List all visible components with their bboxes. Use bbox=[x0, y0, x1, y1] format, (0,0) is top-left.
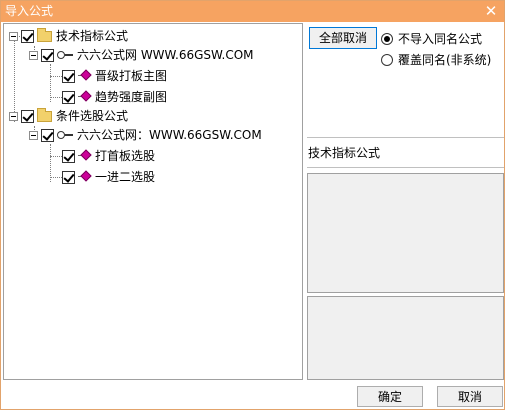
tree-line bbox=[50, 97, 62, 98]
group-label: 技术指标公式 bbox=[56, 29, 129, 43]
formula-label: 趋势强度副图 bbox=[95, 90, 168, 104]
formula-icon bbox=[78, 170, 92, 183]
collapse-icon[interactable] bbox=[29, 130, 38, 140]
source-label: 六六公式网：WWW.66GSW.COM bbox=[77, 128, 262, 142]
key-icon bbox=[57, 50, 73, 60]
formula-checkbox[interactable] bbox=[62, 170, 75, 184]
key-icon bbox=[57, 130, 73, 140]
tree-node-group[interactable]: 技术指标公式 bbox=[9, 27, 128, 45]
formula-label: 打首板选股 bbox=[95, 149, 156, 163]
deselect-all-button[interactable]: 全部取消 bbox=[309, 27, 377, 49]
formula-checkbox[interactable] bbox=[62, 69, 75, 83]
tree-line bbox=[50, 177, 62, 178]
tree-node-source[interactable]: 六六公式网 WWW.66GSW.COM bbox=[29, 46, 254, 64]
formula-type-label: 技术指标公式 bbox=[308, 146, 381, 160]
formula-icon bbox=[78, 149, 92, 162]
radio-overwrite-dot[interactable] bbox=[381, 53, 393, 66]
radio-overwrite-duplicates[interactable]: 覆盖同名(非系统) bbox=[381, 51, 491, 68]
tree-node-formula[interactable]: 趋势强度副图 bbox=[62, 88, 167, 106]
group-checkbox[interactable] bbox=[21, 109, 34, 123]
tree-line bbox=[50, 156, 62, 157]
title-bar: 导入公式 ✕ bbox=[1, 1, 504, 22]
source-checkbox[interactable] bbox=[41, 128, 54, 142]
description-box bbox=[307, 173, 504, 293]
tree-line bbox=[50, 76, 62, 77]
parameter-box bbox=[307, 296, 504, 380]
source-checkbox[interactable] bbox=[41, 48, 54, 62]
ok-button[interactable]: 确定 bbox=[357, 386, 423, 407]
radio-skip-dot[interactable] bbox=[381, 32, 393, 45]
close-icon[interactable]: ✕ bbox=[482, 2, 500, 20]
collapse-icon[interactable] bbox=[9, 111, 18, 121]
cancel-button[interactable]: 取消 bbox=[437, 386, 503, 407]
divider bbox=[307, 137, 504, 138]
group-checkbox[interactable] bbox=[21, 29, 34, 43]
divider bbox=[307, 167, 504, 168]
formula-tree[interactable]: 技术指标公式 六六公式网 WWW.66GSW.COM 晋级打板主图 趋势强度副图… bbox=[3, 23, 303, 380]
radio-skip-label: 不导入同名公式 bbox=[398, 32, 483, 46]
tree-node-source[interactable]: 六六公式网：WWW.66GSW.COM bbox=[29, 126, 262, 144]
formula-label: 晋级打板主图 bbox=[95, 69, 168, 83]
formula-checkbox[interactable] bbox=[62, 90, 75, 104]
formula-checkbox[interactable] bbox=[62, 149, 75, 163]
group-label: 条件选股公式 bbox=[56, 109, 129, 123]
folder-icon bbox=[37, 27, 52, 42]
source-label: 六六公式网 WWW.66GSW.COM bbox=[77, 48, 254, 62]
tree-node-group[interactable]: 条件选股公式 bbox=[9, 107, 128, 125]
window-title: 导入公式 bbox=[5, 4, 54, 18]
formula-label: 一进二选股 bbox=[95, 170, 156, 184]
import-formula-dialog: 导入公式 ✕ 技术指标公式 六六公式网 WWW.66GSW.COM 晋级打板主图… bbox=[0, 0, 505, 410]
radio-skip-duplicates[interactable]: 不导入同名公式 bbox=[381, 30, 482, 47]
radio-overwrite-label: 覆盖同名(非系统) bbox=[398, 53, 492, 67]
folder-icon bbox=[37, 107, 52, 122]
tree-node-formula[interactable]: 打首板选股 bbox=[62, 147, 155, 165]
collapse-icon[interactable] bbox=[9, 31, 18, 41]
formula-icon bbox=[78, 69, 92, 82]
tree-node-formula[interactable]: 一进二选股 bbox=[62, 168, 155, 186]
formula-icon bbox=[78, 90, 92, 103]
tree-node-formula[interactable]: 晋级打板主图 bbox=[62, 67, 167, 85]
collapse-icon[interactable] bbox=[29, 50, 38, 60]
